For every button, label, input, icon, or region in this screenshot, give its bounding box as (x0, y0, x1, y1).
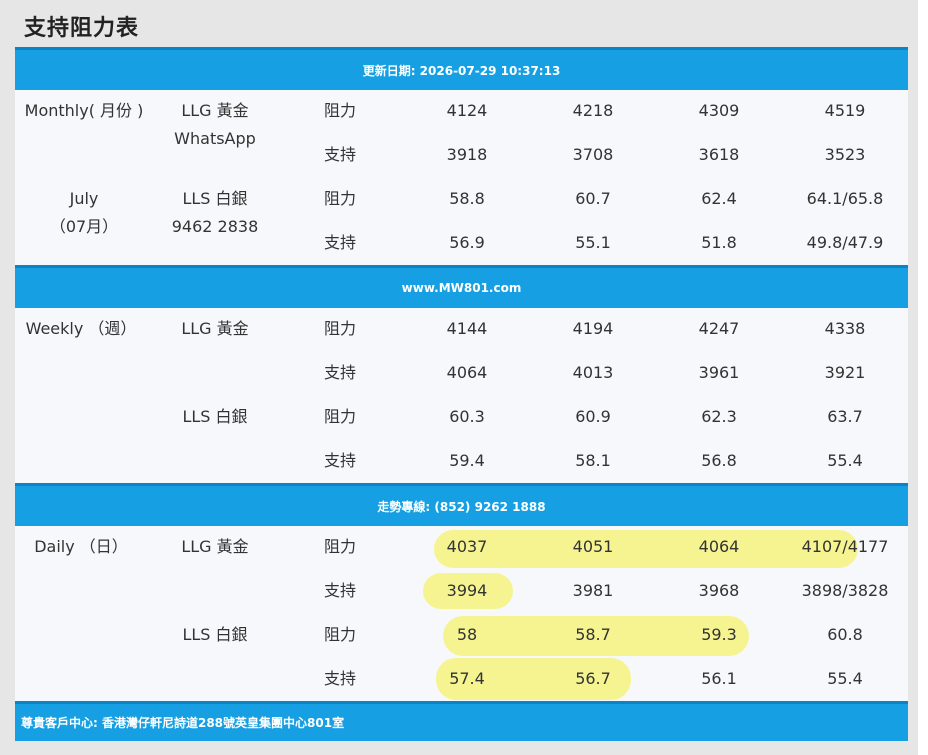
value-cell: 58.1 (575, 451, 611, 470)
value-cell: 58.8 (449, 189, 485, 208)
monthly-contact-label: WhatsApp (174, 129, 256, 148)
value-cell: 56.1 (701, 669, 737, 688)
value-cell: 58 (456, 625, 478, 644)
value-cell: 60.3 (449, 407, 485, 426)
value-cell: 4144 (446, 319, 488, 338)
value-cell: 4064 (698, 537, 740, 556)
value-cell: 4519 (824, 101, 866, 120)
value-cell: 3708 (572, 145, 614, 164)
address-text: 尊貴客戶中心: 香港灣仔軒尼詩道288號英皇集團中心801室 (21, 716, 345, 730)
update-date-banner: 更新日期: 2026-07-29 10:37:13 (15, 47, 908, 90)
value-cell: 55.1 (575, 233, 611, 252)
website-banner[interactable]: www.MW801.com (15, 265, 908, 308)
value-cell: 55.4 (827, 451, 863, 470)
value-cell: 56.8 (701, 451, 737, 470)
value-cell: 4309 (698, 101, 740, 120)
value-cell: 4247 (698, 319, 740, 338)
value-cell: 4124 (446, 101, 488, 120)
value-cell: 3618 (698, 145, 740, 164)
value-cell: 60.9 (575, 407, 611, 426)
row-type-label: 阻力 (323, 407, 357, 426)
row-type-label: 支持 (323, 233, 357, 252)
value-cell: 62.4 (701, 189, 737, 208)
monthly-silver-label: LLS 白銀 (182, 189, 248, 208)
value-cell: 4064 (446, 363, 488, 382)
value-cell: 57.4 (449, 669, 485, 688)
highlight-mark (434, 530, 858, 568)
value-cell: 3994 (446, 581, 488, 600)
weekly-silver-label: LLS 白銀 (182, 407, 248, 426)
row-type-label: 支持 (323, 363, 357, 382)
monthly-period-label: Monthly( 月份 ) (24, 101, 144, 120)
value-cell: 60.8 (827, 625, 863, 644)
weekly-gold-label: LLG 黃金 (181, 319, 249, 338)
row-type-label: 支持 (323, 669, 357, 688)
value-cell: 3921 (824, 363, 866, 382)
value-cell: 60.7 (575, 189, 611, 208)
daily-gold-label: LLG 黃金 (181, 537, 249, 556)
value-cell: 55.4 (827, 669, 863, 688)
update-date-text: 更新日期: 2026-07-29 10:37:13 (362, 63, 561, 78)
value-cell: 4051 (572, 537, 614, 556)
row-type-label: 阻力 (323, 319, 357, 338)
value-cell: 3981 (572, 581, 614, 600)
value-cell: 4194 (572, 319, 614, 338)
value-cell: 56.7 (575, 669, 611, 688)
monthly-contact-number: 9462 2838 (171, 217, 259, 236)
value-cell: 51.8 (701, 233, 737, 252)
weekly-period-label: Weekly （週） (25, 319, 137, 338)
daily-period-label: Daily （日） (34, 537, 128, 556)
value-cell: 64.1/65.8 (806, 189, 884, 208)
value-cell: 3961 (698, 363, 740, 382)
support-resistance-table: 更新日期: 2026-07-29 10:37:13 www.MW801.com … (15, 47, 908, 741)
value-cell: 59.3 (701, 625, 737, 644)
hotline-text: 走勢專線: (852) 9262 1888 (377, 499, 546, 514)
website-link[interactable]: www.MW801.com (402, 281, 522, 295)
value-cell: 59.4 (449, 451, 485, 470)
value-cell: 3968 (698, 581, 740, 600)
value-cell: 56.9 (449, 233, 485, 252)
row-type-label: 阻力 (323, 537, 357, 556)
value-cell: 62.3 (701, 407, 737, 426)
value-cell: 4037 (446, 537, 488, 556)
panel-title: 支持阻力表 (24, 16, 140, 41)
value-cell: 58.7 (575, 625, 611, 644)
row-type-label: 阻力 (323, 101, 357, 120)
value-cell: 3898/3828 (801, 581, 889, 600)
value-cell: 63.7 (827, 407, 863, 426)
monthly-gold-label: LLG 黃金 (181, 101, 249, 120)
row-type-label: 阻力 (323, 625, 357, 644)
value-cell: 4338 (824, 319, 866, 338)
value-cell: 4013 (572, 363, 614, 382)
row-type-label: 支持 (323, 451, 357, 470)
row-type-label: 支持 (323, 145, 357, 164)
row-type-label: 阻力 (323, 189, 357, 208)
value-cell: 3523 (824, 145, 866, 164)
monthly-month-cn: （07月） (49, 217, 119, 236)
value-cell: 4107/4177 (801, 537, 889, 556)
value-cell: 3918 (446, 145, 488, 164)
value-cell: 49.8/47.9 (806, 233, 884, 252)
address-banner: 尊貴客戶中心: 香港灣仔軒尼詩道288號英皇集團中心801室 (15, 701, 908, 741)
daily-silver-label: LLS 白銀 (182, 625, 248, 644)
value-cell: 4218 (572, 101, 614, 120)
row-type-label: 支持 (323, 581, 357, 600)
monthly-month-label: July (69, 189, 99, 208)
hotline-banner: 走勢專線: (852) 9262 1888 (15, 483, 908, 526)
support-resistance-panel: 支持阻力表 更新日期: 2026-07-29 10:37:13 www.MW80… (0, 0, 918, 755)
